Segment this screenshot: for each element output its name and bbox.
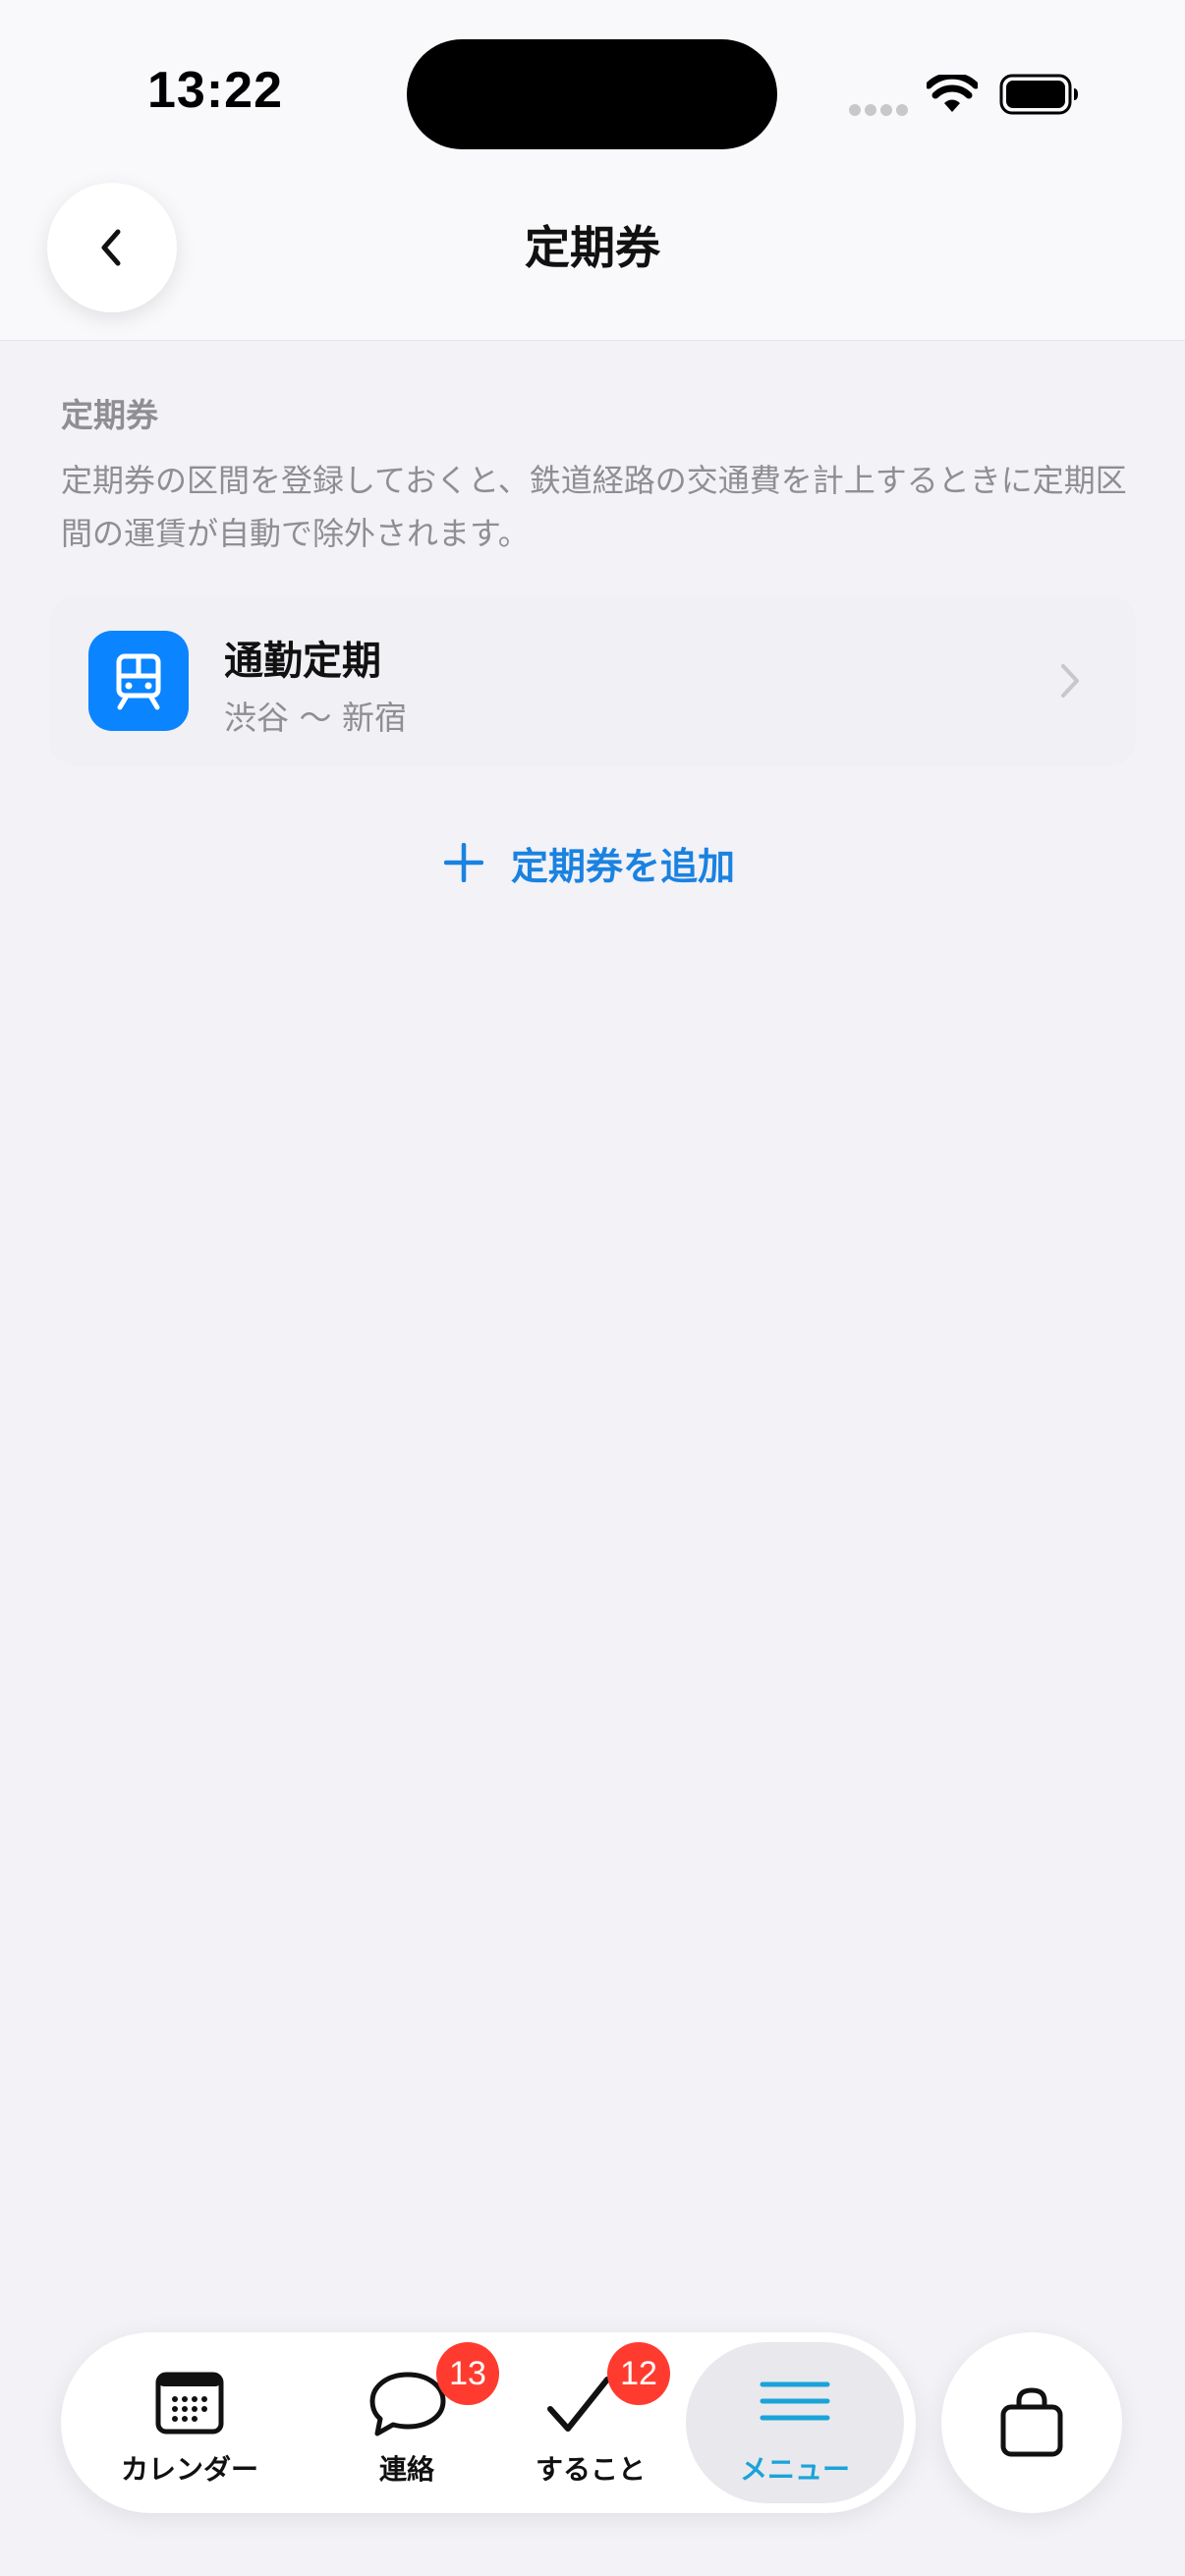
commuter-pass-list-item[interactable]: 通勤定期 渋谷 〜 新宿 bbox=[49, 595, 1136, 766]
plus-icon bbox=[444, 843, 483, 882]
tab-bar: カレンダー 13 連絡 12 すること メニュー bbox=[61, 2332, 916, 2513]
section-label: 定期券 bbox=[61, 396, 158, 434]
dynamic-island bbox=[407, 39, 777, 149]
pass-name: 通勤定期 bbox=[224, 639, 381, 684]
tab-todo[interactable]: 12 すること bbox=[495, 2332, 686, 2513]
section-description: 定期券の区間を登録しておくと、鉄道経路の交通費を計上するときに定期区間の運賃が自… bbox=[61, 462, 1127, 552]
add-pass-label: 定期券を追加 bbox=[511, 844, 736, 888]
calendar-icon bbox=[155, 2372, 224, 2435]
shopping-bag-icon bbox=[1000, 2387, 1063, 2457]
tab-label: 連絡 bbox=[378, 2453, 434, 2486]
navigation-header: 13:22 定期券 bbox=[0, 0, 1185, 341]
train-icon bbox=[88, 631, 189, 731]
tab-label: すること bbox=[535, 2453, 646, 2486]
status-time: 13:22 bbox=[147, 62, 283, 119]
page-title: 定期券 bbox=[525, 221, 660, 274]
checkmark-icon bbox=[547, 2377, 610, 2432]
todo-badge: 12 bbox=[607, 2342, 670, 2405]
shop-button[interactable] bbox=[941, 2332, 1122, 2513]
wifi-icon bbox=[927, 75, 978, 112]
add-pass-button[interactable]: 定期券を追加 bbox=[444, 833, 735, 892]
tab-messages[interactable]: 13 連絡 bbox=[318, 2332, 499, 2513]
tab-label: カレンダー bbox=[120, 2453, 258, 2486]
tab-calendar[interactable]: カレンダー bbox=[61, 2332, 318, 2513]
chevron-right-icon bbox=[1061, 664, 1079, 698]
hamburger-menu-icon bbox=[760, 2381, 830, 2421]
tab-menu[interactable]: メニュー bbox=[686, 2332, 904, 2513]
unread-badge: 13 bbox=[436, 2342, 499, 2405]
pass-route: 渋谷 〜 新宿 bbox=[224, 699, 407, 737]
battery-icon bbox=[999, 74, 1078, 115]
tab-label: メニュー bbox=[739, 2453, 850, 2486]
cellular-signal-icon bbox=[849, 104, 908, 116]
